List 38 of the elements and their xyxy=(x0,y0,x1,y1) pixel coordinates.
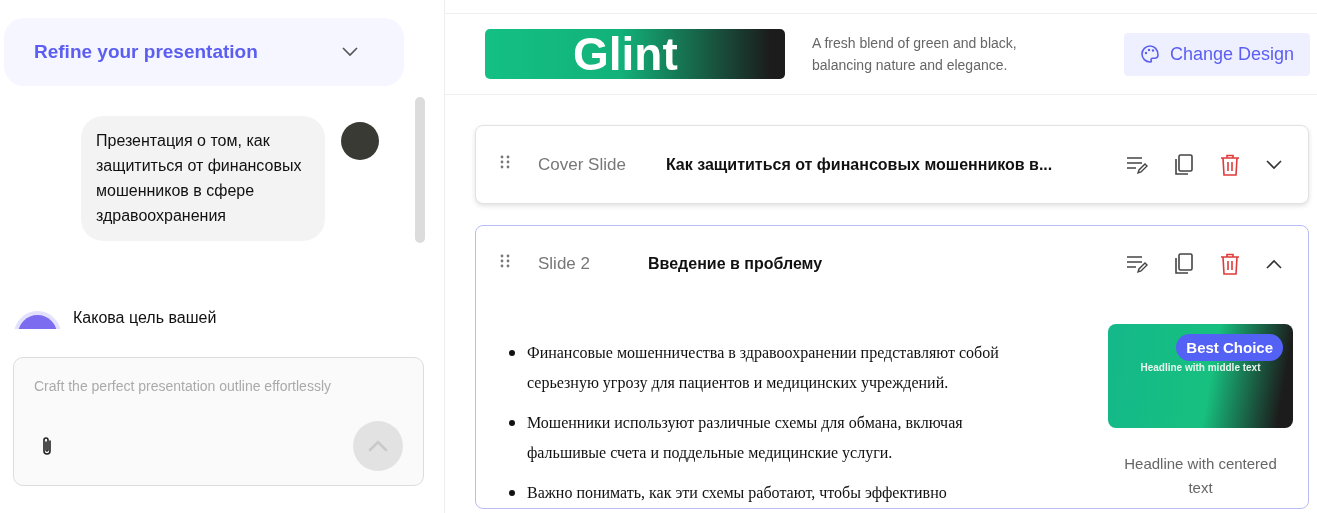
arrow-up-icon xyxy=(368,440,388,452)
drag-handle-icon[interactable] xyxy=(500,254,510,268)
layout-preview[interactable]: Best Choice Headline with middle text xyxy=(1108,324,1293,428)
layout-caption: Headline with centered text xyxy=(1123,454,1278,498)
theme-description: A fresh blend of green and black, balancing nature and elegance. xyxy=(812,34,1018,75)
theme-name: Glint xyxy=(573,29,678,79)
prompt-input-field[interactable]: Craft the perfect presentation outline effortlessly xyxy=(34,378,403,394)
change-design-button[interactable]: Change Design xyxy=(1123,32,1310,76)
refine-panel-header[interactable]: Refine your presentation xyxy=(4,18,404,86)
trash-icon[interactable] xyxy=(1220,253,1240,275)
slide-title: Введение в проблему xyxy=(648,255,823,273)
trash-icon[interactable] xyxy=(1220,153,1240,176)
panel-title: Refine your presentation xyxy=(34,41,258,63)
palette-icon xyxy=(1139,44,1160,64)
slide-title: Как защититься от финансовых мошенников в... xyxy=(665,155,1053,174)
bullet-text: Финансовые мошенничества в здравоохранении представляют собой серьезную угрозу для пациентов и медицинских учреждений. xyxy=(527,343,1000,394)
scrollbar[interactable] xyxy=(415,97,425,243)
bullet-icon xyxy=(509,490,515,496)
copy-icon[interactable] xyxy=(1174,253,1194,275)
chevron-down-icon[interactable] xyxy=(1266,159,1282,170)
user-avatar xyxy=(341,122,379,160)
slide-label: Cover Slide xyxy=(538,154,626,175)
edit-notes-icon[interactable] xyxy=(1126,154,1148,175)
assistant-message: Какова цель вашей xyxy=(73,309,217,327)
bullet-text: Важно понимать, как эти схемы работают, чтобы эффективно xyxy=(527,483,947,504)
user-message: Презентация о том, как защититься от финансовых мошенников в сфере здравоохранения xyxy=(81,116,325,241)
edit-notes-icon[interactable] xyxy=(1126,254,1148,274)
chevron-down-icon[interactable] xyxy=(342,47,358,57)
preview-headline: Headline with middle text xyxy=(1140,362,1261,375)
chevron-up-icon[interactable] xyxy=(1266,259,1282,269)
paperclip-icon[interactable] xyxy=(41,436,53,456)
best-choice-badge: Best Choice xyxy=(1176,334,1283,361)
drag-handle-icon[interactable] xyxy=(500,154,510,169)
copy-icon[interactable] xyxy=(1174,153,1194,176)
bullet-icon xyxy=(509,350,515,356)
slide-label: Slide 2 xyxy=(538,254,591,274)
bullet-icon xyxy=(509,420,515,426)
bullet-text: Мошенники используют различные схемы для обмана, включая фальшивые счета и поддельные медицинские услуги. xyxy=(527,413,964,464)
